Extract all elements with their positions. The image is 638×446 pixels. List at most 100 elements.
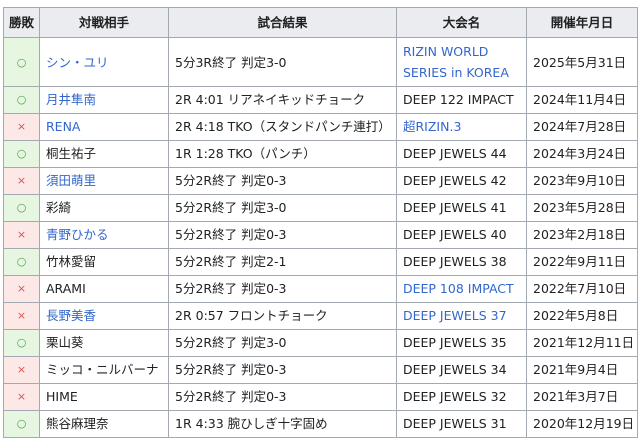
opponent-cell: 月井隼南 (39, 86, 169, 114)
opponent-cell: シン・ユリ (39, 37, 169, 87)
date-cell: 2022年9月11日 (526, 248, 638, 276)
outcome-cell: 2R 4:18 TKO（スタンドパンチ連打） (168, 113, 397, 141)
opponent-cell: 青野ひかる (39, 221, 169, 249)
event-link[interactable]: DEEP 108 IMPACT (403, 281, 514, 296)
table-row: × 青野ひかる 5分2R終了 判定0-3 DEEP JEWELS 40 2023年2月1… (3, 221, 638, 249)
opponent-link[interactable]: 長野美香 (46, 308, 96, 323)
header-opponent[interactable]: 対戦相手 (39, 7, 169, 38)
table-row: ○ 桐生祐子 1R 1:28 TKO（パンチ） DEEP JEWELS 44 2024年… (3, 140, 638, 168)
event-name: DEEP JEWELS 34 (403, 362, 507, 377)
date-cell: 2020年12月19日 (526, 410, 638, 438)
opponent-name: 彩綺 (46, 200, 72, 215)
opponent-name: 熊谷麻理奈 (46, 416, 109, 431)
event-link[interactable]: RIZIN WORLD SERIES in KOREA (403, 44, 509, 80)
date-cell: 2024年7月28日 (526, 113, 638, 141)
date-cell: 2023年5月28日 (526, 194, 638, 222)
event-cell: DEEP 122 IMPACT (396, 86, 527, 114)
event-cell: DEEP JEWELS 37 (396, 302, 527, 330)
opponent-link[interactable]: 青野ひかる (46, 227, 109, 242)
table-row: × RENA 2R 4:18 TKO（スタンドパンチ連打） 超RIZIN.3 2024年… (3, 113, 638, 141)
result-win-mark: ○ (3, 248, 40, 276)
result-win-mark: ○ (3, 86, 40, 114)
date-cell: 2021年12月11日 (526, 329, 638, 357)
outcome-cell: 5分2R終了 判定3-0 (168, 329, 397, 357)
result-win-mark: ○ (3, 37, 40, 87)
opponent-cell: ARAMI (39, 275, 169, 303)
table-row: ○ 竹林愛留 5分2R終了 判定2-1 DEEP JEWELS 38 2022年9月11… (3, 248, 638, 276)
opponent-name: 桐生祐子 (46, 146, 97, 161)
event-name: DEEP JEWELS 44 (403, 146, 507, 161)
outcome-cell: 5分3R終了 判定3-0 (168, 37, 397, 87)
event-cell: DEEP JEWELS 38 (396, 248, 527, 276)
fight-record-table: 勝敗 対戦相手 試合結果 大会名 開催年月日 ○ シン・ユリ 5分3R終了 判定3-… (3, 7, 638, 438)
header-date[interactable]: 開催年月日 (526, 7, 638, 38)
opponent-name: ARAMI (46, 281, 86, 296)
event-name: DEEP JEWELS 41 (403, 200, 507, 215)
outcome-cell: 5分2R終了 判定0-3 (168, 356, 397, 384)
opponent-name: HIME (46, 389, 78, 404)
date-cell: 2025年5月31日 (526, 37, 638, 87)
result-win-mark: ○ (3, 410, 40, 438)
table-header-row: 勝敗 対戦相手 試合結果 大会名 開催年月日 (3, 7, 638, 38)
opponent-link[interactable]: 月井隼南 (46, 92, 96, 107)
header-outcome[interactable]: 試合結果 (168, 7, 397, 38)
date-cell: 2023年2月18日 (526, 221, 638, 249)
outcome-cell: 2R 0:57 フロントチョーク (168, 302, 397, 330)
result-win-mark: ○ (3, 194, 40, 222)
event-name: DEEP JEWELS 40 (403, 227, 507, 242)
event-name: DEEP JEWELS 31 (403, 416, 507, 431)
event-cell: DEEP JEWELS 35 (396, 329, 527, 357)
opponent-cell: 須田萌里 (39, 167, 169, 195)
outcome-cell: 5分2R終了 判定0-3 (168, 383, 397, 411)
event-line-2: SERIES in KOREA (403, 65, 509, 80)
event-cell: DEEP JEWELS 40 (396, 221, 527, 249)
event-name: DEEP JEWELS 32 (403, 389, 507, 404)
table-body: ○ シン・ユリ 5分3R終了 判定3-0 RIZIN WORLD SERIES in K… (3, 37, 638, 438)
table-row: × HIME 5分2R終了 判定0-3 DEEP JEWELS 32 2021年3月7日 (3, 383, 638, 411)
date-cell: 2022年5月8日 (526, 302, 638, 330)
event-line-1: RIZIN WORLD (403, 44, 489, 59)
event-name: DEEP JEWELS 35 (403, 335, 507, 350)
outcome-cell: 5分2R終了 判定0-3 (168, 167, 397, 195)
opponent-cell: 竹林愛留 (39, 248, 169, 276)
date-cell: 2024年3月24日 (526, 140, 638, 168)
table-row: ○ 月井隼南 2R 4:01 リアネイキッドチョーク DEEP 122 IMPACT 2… (3, 86, 638, 114)
result-loss-mark: × (3, 383, 40, 411)
outcome-cell: 1R 4:33 腕ひしぎ十字固め (168, 410, 397, 438)
opponent-link[interactable]: RENA (46, 119, 81, 134)
opponent-cell: RENA (39, 113, 169, 141)
opponent-name: 栗山葵 (46, 335, 84, 350)
result-loss-mark: × (3, 356, 40, 384)
opponent-cell: 長野美香 (39, 302, 169, 330)
event-cell: 超RIZIN.3 (396, 113, 527, 141)
event-link[interactable]: 超RIZIN.3 (403, 119, 461, 134)
event-cell: DEEP JEWELS 31 (396, 410, 527, 438)
event-cell: DEEP JEWELS 34 (396, 356, 527, 384)
result-loss-mark: × (3, 302, 40, 330)
result-loss-mark: × (3, 167, 40, 195)
event-cell: DEEP JEWELS 44 (396, 140, 527, 168)
event-name: DEEP JEWELS 38 (403, 254, 507, 269)
table-row: × ミッコ・ニルバーナ 5分2R終了 判定0-3 DEEP JEWELS 34 2021… (3, 356, 638, 384)
result-loss-mark: × (3, 113, 40, 141)
opponent-link[interactable]: 須田萌里 (46, 173, 96, 188)
event-name: DEEP 122 IMPACT (403, 92, 514, 107)
table-row: ○ 栗山葵 5分2R終了 判定3-0 DEEP JEWELS 35 2021年12月11… (3, 329, 638, 357)
table-row: ○ 熊谷麻理奈 1R 4:33 腕ひしぎ十字固め DEEP JEWELS 31 2020… (3, 410, 638, 438)
event-cell: DEEP JEWELS 42 (396, 167, 527, 195)
event-link[interactable]: DEEP JEWELS 37 (403, 308, 507, 323)
header-result[interactable]: 勝敗 (3, 7, 40, 38)
opponent-link[interactable]: シン・ユリ (46, 55, 109, 70)
event-cell: DEEP JEWELS 41 (396, 194, 527, 222)
opponent-cell: 彩綺 (39, 194, 169, 222)
date-cell: 2021年9月4日 (526, 356, 638, 384)
table-row: × 須田萌里 5分2R終了 判定0-3 DEEP JEWELS 42 2023年9月10… (3, 167, 638, 195)
date-cell: 2024年11月4日 (526, 86, 638, 114)
header-event[interactable]: 大会名 (396, 7, 527, 38)
date-cell: 2022年7月10日 (526, 275, 638, 303)
outcome-cell: 5分2R終了 判定0-3 (168, 275, 397, 303)
opponent-cell: 栗山葵 (39, 329, 169, 357)
table-row: ○ 彩綺 5分2R終了 判定3-0 DEEP JEWELS 41 2023年5月28日 (3, 194, 638, 222)
date-cell: 2023年9月10日 (526, 167, 638, 195)
opponent-cell: 桐生祐子 (39, 140, 169, 168)
